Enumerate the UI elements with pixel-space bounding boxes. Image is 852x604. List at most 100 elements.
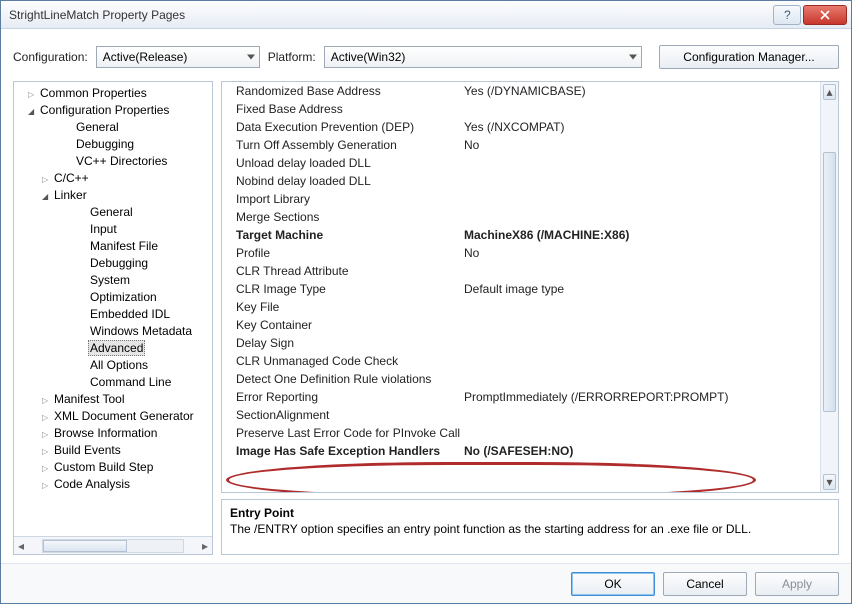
property-value[interactable]: No bbox=[460, 246, 820, 260]
property-row[interactable]: Image Has Safe Exception HandlersNo (/SA… bbox=[222, 442, 820, 460]
tree-item-code-analysis[interactable]: Code Analysis bbox=[14, 475, 212, 492]
grid-vertical-scrollbar[interactable]: ▴ ▾ bbox=[820, 82, 838, 492]
property-grid[interactable]: Randomized Base AddressYes (/DYNAMICBASE… bbox=[221, 81, 839, 493]
property-row[interactable]: Randomized Base AddressYes (/DYNAMICBASE… bbox=[222, 82, 820, 100]
tree-item-label: Advanced bbox=[88, 340, 145, 356]
tree-item-browse-information[interactable]: Browse Information bbox=[14, 424, 212, 441]
tree-item-debugging[interactable]: Debugging bbox=[14, 135, 212, 152]
tree-item-windows-metadata[interactable]: Windows Metadata bbox=[14, 322, 212, 339]
property-row[interactable]: ProfileNo bbox=[222, 244, 820, 262]
property-value[interactable]: No bbox=[460, 138, 820, 152]
tree-item-label: Optimization bbox=[88, 290, 159, 304]
scroll-down-icon[interactable]: ▾ bbox=[823, 474, 836, 490]
property-row[interactable]: CLR Image TypeDefault image type bbox=[222, 280, 820, 298]
expand-closed-icon[interactable] bbox=[42, 171, 52, 185]
property-row[interactable]: Delay Sign bbox=[222, 334, 820, 352]
property-value[interactable]: PromptImmediately (/ERRORREPORT:PROMPT) bbox=[460, 390, 820, 404]
tree-item-general[interactable]: General bbox=[14, 203, 212, 220]
property-row[interactable]: Preserve Last Error Code for PInvoke Cal… bbox=[222, 424, 820, 442]
property-value[interactable]: Yes (/DYNAMICBASE) bbox=[460, 84, 820, 98]
platform-combobox[interactable]: Active(Win32) bbox=[324, 46, 642, 68]
help-button[interactable]: ? bbox=[773, 5, 801, 25]
property-row[interactable]: Nobind delay loaded DLL bbox=[222, 172, 820, 190]
tree-item-system[interactable]: System bbox=[14, 271, 212, 288]
tree-item-c-c-[interactable]: C/C++ bbox=[14, 169, 212, 186]
close-button[interactable] bbox=[803, 5, 847, 25]
configuration-combobox[interactable]: Active(Release) bbox=[96, 46, 260, 68]
expand-closed-icon[interactable] bbox=[42, 460, 52, 474]
property-name: Key File bbox=[222, 300, 460, 314]
tree-item-configuration-properties[interactable]: Configuration Properties bbox=[14, 101, 212, 118]
cancel-button[interactable]: Cancel bbox=[663, 572, 747, 596]
expand-open-icon[interactable] bbox=[28, 103, 38, 117]
property-row[interactable]: Error ReportingPromptImmediately (/ERROR… bbox=[222, 388, 820, 406]
apply-button[interactable]: Apply bbox=[755, 572, 839, 596]
property-row[interactable]: Turn Off Assembly GenerationNo bbox=[222, 136, 820, 154]
property-value[interactable]: Yes (/NXCOMPAT) bbox=[460, 120, 820, 134]
tree-item-debugging[interactable]: Debugging bbox=[14, 254, 212, 271]
property-value[interactable]: Default image type bbox=[460, 282, 820, 296]
property-row[interactable]: Key File bbox=[222, 298, 820, 316]
property-row[interactable]: Detect One Definition Rule violations bbox=[222, 370, 820, 388]
tree-item-common-properties[interactable]: Common Properties bbox=[14, 84, 212, 101]
property-row[interactable]: CLR Thread Attribute bbox=[222, 262, 820, 280]
expand-closed-icon[interactable] bbox=[42, 392, 52, 406]
expand-closed-icon[interactable] bbox=[42, 477, 52, 491]
property-row[interactable]: Target MachineMachineX86 (/MACHINE:X86) bbox=[222, 226, 820, 244]
property-row[interactable]: Fixed Base Address bbox=[222, 100, 820, 118]
window-title: StrightLineMatch Property Pages bbox=[9, 8, 771, 22]
tree-item-embedded-idl[interactable]: Embedded IDL bbox=[14, 305, 212, 322]
tree-item-command-line[interactable]: Command Line bbox=[14, 373, 212, 390]
titlebar: StrightLineMatch Property Pages ? bbox=[1, 1, 851, 29]
tree-item-general[interactable]: General bbox=[14, 118, 212, 135]
property-row[interactable]: Merge Sections bbox=[222, 208, 820, 226]
scroll-thumb[interactable] bbox=[43, 540, 127, 552]
tree-item-all-options[interactable]: All Options bbox=[14, 356, 212, 373]
property-value[interactable]: MachineX86 (/MACHINE:X86) bbox=[460, 228, 820, 242]
tree-item-label: General bbox=[88, 205, 135, 219]
property-name: Randomized Base Address bbox=[222, 84, 460, 98]
tree-item-label: VC++ Directories bbox=[74, 154, 169, 168]
expand-closed-icon[interactable] bbox=[42, 426, 52, 440]
configuration-manager-button[interactable]: Configuration Manager... bbox=[659, 45, 839, 69]
tree-item-optimization[interactable]: Optimization bbox=[14, 288, 212, 305]
tree-item-label: Custom Build Step bbox=[52, 460, 155, 474]
tree-item-label: Browse Information bbox=[52, 426, 159, 440]
expand-closed-icon[interactable] bbox=[42, 443, 52, 457]
property-name: Unload delay loaded DLL bbox=[222, 156, 460, 170]
tree-item-linker[interactable]: Linker bbox=[14, 186, 212, 203]
property-row[interactable]: Data Execution Prevention (DEP)Yes (/NXC… bbox=[222, 118, 820, 136]
tree-item-label: System bbox=[88, 273, 132, 287]
property-name: Profile bbox=[222, 246, 460, 260]
property-row[interactable]: SectionAlignment bbox=[222, 406, 820, 424]
property-row[interactable]: Key Container bbox=[222, 316, 820, 334]
ok-button[interactable]: OK bbox=[571, 572, 655, 596]
scroll-left-icon[interactable]: ◂ bbox=[14, 539, 28, 553]
tree-horizontal-scrollbar[interactable]: ◂ ▸ bbox=[14, 536, 212, 554]
scroll-right-icon[interactable]: ▸ bbox=[198, 539, 212, 553]
property-value[interactable]: No (/SAFESEH:NO) bbox=[460, 444, 820, 458]
tree-item-manifest-file[interactable]: Manifest File bbox=[14, 237, 212, 254]
category-tree[interactable]: Common PropertiesConfiguration Propertie… bbox=[14, 82, 212, 536]
tree-item-vc-directories[interactable]: VC++ Directories bbox=[14, 152, 212, 169]
property-name: Merge Sections bbox=[222, 210, 460, 224]
tree-item-input[interactable]: Input bbox=[14, 220, 212, 237]
property-name: Error Reporting bbox=[222, 390, 460, 404]
property-row[interactable]: Unload delay loaded DLL bbox=[222, 154, 820, 172]
expand-closed-icon[interactable] bbox=[28, 86, 38, 100]
expand-open-icon[interactable] bbox=[42, 188, 52, 202]
tree-item-label: Manifest Tool bbox=[52, 392, 126, 406]
tree-item-label: Command Line bbox=[88, 375, 173, 389]
property-row[interactable]: CLR Unmanaged Code Check bbox=[222, 352, 820, 370]
tree-item-build-events[interactable]: Build Events bbox=[14, 441, 212, 458]
scroll-up-icon[interactable]: ▴ bbox=[823, 84, 836, 100]
property-name: Detect One Definition Rule violations bbox=[222, 372, 460, 386]
expand-closed-icon[interactable] bbox=[42, 409, 52, 423]
tree-item-advanced[interactable]: Advanced bbox=[14, 339, 212, 356]
tree-item-xml-document-generator[interactable]: XML Document Generator bbox=[14, 407, 212, 424]
property-name: Nobind delay loaded DLL bbox=[222, 174, 460, 188]
tree-item-manifest-tool[interactable]: Manifest Tool bbox=[14, 390, 212, 407]
grid-scroll-thumb[interactable] bbox=[823, 152, 836, 412]
tree-item-custom-build-step[interactable]: Custom Build Step bbox=[14, 458, 212, 475]
property-row[interactable]: Import Library bbox=[222, 190, 820, 208]
